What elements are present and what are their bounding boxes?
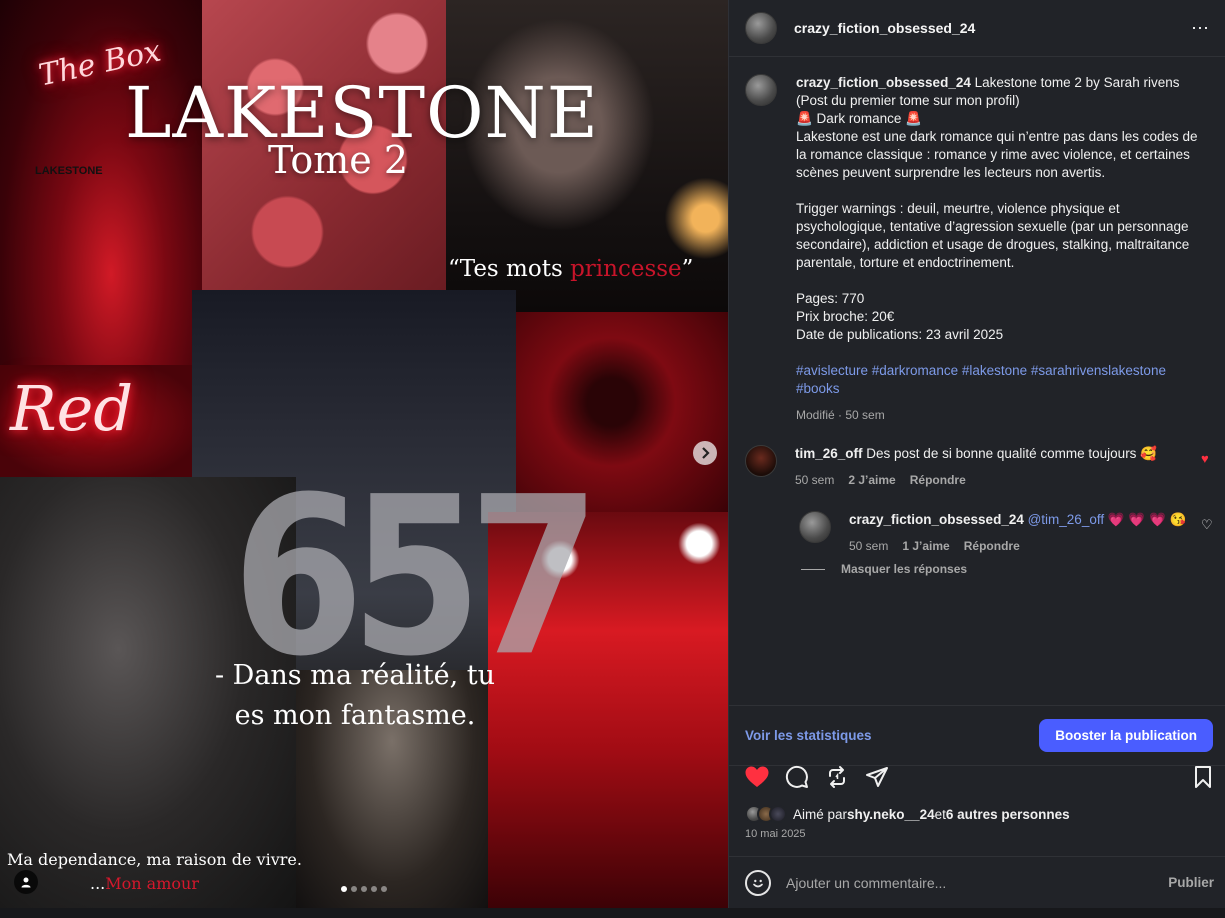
chevron-right-icon [702, 447, 710, 459]
divider [801, 568, 825, 570]
emoji-button[interactable] [745, 869, 771, 896]
comment-likes-count[interactable]: 2 J’aime [848, 471, 895, 489]
collage-bottom-line-2: ...Mon amour [90, 874, 199, 893]
caption-pages: Pages: 770 [796, 291, 865, 306]
caption-hashtags[interactable]: #avislecture #darkromance #lakestone #sa… [796, 362, 1206, 398]
liker-avatars [745, 805, 787, 823]
neon-red-sign: Red [10, 372, 134, 445]
smiley-icon [753, 879, 763, 887]
bookmark-icon [1195, 766, 1211, 788]
hide-replies-button[interactable]: Masquer les réponses [801, 562, 967, 576]
carousel-dot[interactable] [361, 886, 367, 892]
caption-date: Date de publications: 23 avril 2025 [796, 327, 1004, 342]
caption-price: Prix broche: 20€ [796, 309, 895, 324]
author-avatar[interactable] [745, 12, 777, 44]
caption-edited-time: Modifié · 50 sem [796, 408, 885, 422]
commenter-username[interactable]: tim_26_off [795, 446, 863, 461]
post-header: crazy_fiction_obsessed_24 ⋯ [729, 0, 1225, 57]
caption-line: 🚨 Dark romance 🚨 [796, 111, 922, 126]
comment-input[interactable] [786, 874, 1169, 891]
more-options-icon[interactable]: ⋯ [1191, 18, 1210, 39]
comment-bubble-icon [785, 765, 808, 788]
like-button[interactable] [744, 764, 770, 790]
comment-like-heart-icon[interactable]: ♥ [1201, 451, 1209, 466]
post-actions [729, 765, 1225, 789]
boost-post-button[interactable]: Booster la publication [1039, 719, 1213, 752]
insights-row: Voir les statistiques Booster la publica… [729, 705, 1225, 765]
hide-replies-label: Masquer les réponses [841, 562, 968, 576]
add-comment-bar: Publier [729, 856, 1225, 908]
likes-others[interactable]: 6 autres personnes [946, 807, 1070, 822]
post-detail-panel: crazy_fiction_obsessed_24 ⋯ crazy_fictio… [728, 0, 1225, 908]
send-icon [866, 767, 888, 787]
caption-line: (Post du premier tome sur mon profil) [796, 93, 1020, 108]
user-icon [21, 877, 31, 888]
carousel-dot[interactable] [371, 886, 377, 892]
caption-username[interactable]: crazy_fiction_obsessed_24 [796, 75, 971, 90]
replier-avatar[interactable] [799, 511, 831, 543]
collage-bottom-line-1: Ma dependance, ma raison de vivre. [7, 850, 302, 869]
reply-like-heart-icon[interactable]: ♡ [1201, 517, 1213, 533]
carousel-dot[interactable] [381, 886, 387, 892]
reply-time[interactable]: 50 sem [849, 537, 888, 555]
reply-button[interactable]: Répondre [964, 537, 1020, 555]
post-image-carousel[interactable]: The Box LAKESTONE LAKESTONE Tome 2 “Tes … [0, 0, 728, 908]
collage-subtitle: Tome 2 [268, 138, 409, 182]
reply-mention[interactable]: @tim_26_off [1024, 512, 1105, 527]
caption-paragraph: Trigger warnings : deuil, meurtre, viole… [796, 201, 1193, 270]
reply-likes-count[interactable]: 1 J’aime [902, 537, 949, 555]
heart-filled-icon [745, 766, 769, 787]
likes-middle: et [934, 806, 946, 822]
commenter-avatar[interactable] [745, 445, 777, 477]
save-button[interactable] [1190, 764, 1216, 790]
likes-prefix: Aimé par [793, 806, 848, 822]
author-username[interactable]: crazy_fiction_obsessed_24 [794, 20, 975, 36]
comment-button[interactable] [784, 764, 810, 790]
share-button[interactable] [864, 764, 890, 790]
caption-paragraph: Lakestone est une dark romance qui n’ent… [796, 129, 1202, 180]
caption-first-line: Lakestone tome 2 by Sarah rivens [970, 75, 1180, 90]
liker-username[interactable]: shy.neko__24 [847, 807, 935, 822]
publish-button[interactable]: Publier [1168, 875, 1214, 890]
carousel-dot[interactable] [351, 886, 357, 892]
background-strip [0, 908, 1225, 918]
carousel-next-button[interactable] [693, 441, 717, 465]
replier-username[interactable]: crazy_fiction_obsessed_24 [849, 512, 1024, 527]
carousel-dot[interactable] [341, 886, 347, 892]
caption-avatar[interactable] [745, 74, 777, 106]
collage-quote: “Tes mots princesse” [448, 256, 694, 282]
collage-quote-2: - Dans ma réalité, tu es mon fantasme. [214, 660, 496, 731]
comment-text: Des post de si bonne qualité comme toujo… [862, 446, 1157, 461]
repost-button[interactable] [824, 764, 850, 790]
repost-icon [829, 766, 845, 788]
reply-text: 💗 💗 💗 😘 [1104, 512, 1187, 527]
tagged-users-button[interactable] [14, 870, 38, 894]
comment-time[interactable]: 50 sem [795, 471, 834, 489]
likes-summary[interactable]: Aimé par shy.neko__24 et 6 autres person… [745, 805, 1070, 823]
small-label: LAKESTONE [35, 165, 103, 177]
liker-avatar [769, 805, 787, 823]
post-date: 10 mai 2025 [745, 828, 806, 840]
view-insights-link[interactable]: Voir les statistiques [745, 728, 872, 743]
reply-button[interactable]: Répondre [910, 471, 966, 489]
carousel-dots [341, 886, 387, 892]
